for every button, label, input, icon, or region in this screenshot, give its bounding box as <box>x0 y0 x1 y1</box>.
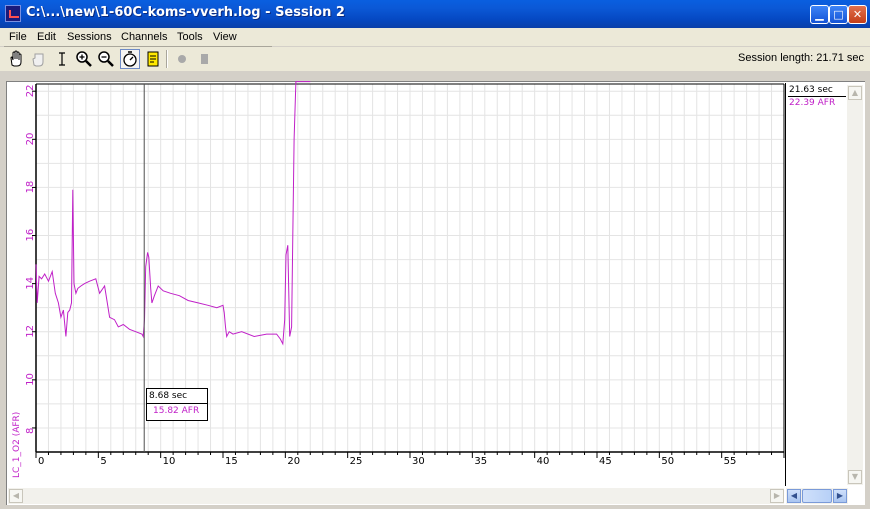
cursor-readout: 8.68 sec 15.82 AFR <box>146 388 208 421</box>
x-tick-label: 20 <box>287 456 300 467</box>
x-tick-label: 5 <box>100 456 106 467</box>
readout-panel: 21.63 sec 22.39 AFR <box>785 83 848 486</box>
scroll-up-button[interactable]: ▲ <box>848 86 862 100</box>
x-tick-label: 30 <box>412 456 425 467</box>
y-tick-label: 16 <box>25 229 36 242</box>
x-tick-label: 25 <box>350 456 363 467</box>
y-tick-label: 8 <box>25 428 36 434</box>
x-tick-label: 15 <box>225 456 238 467</box>
chart-plot[interactable]: 05101520253035404550551:0810121416182022… <box>0 0 870 509</box>
y-tick-label: 14 <box>25 277 36 290</box>
chart-ticks: 05101520253035404550551:0810121416182022 <box>25 84 802 467</box>
panel-scrollbar[interactable]: ◀ ▶ <box>786 488 848 504</box>
scroll-left-button[interactable]: ◀ <box>9 489 23 503</box>
y-tick-label: 18 <box>25 181 36 194</box>
horizontal-scrollbar[interactable]: ◀ ▶ <box>8 488 784 504</box>
vertical-scrollbar[interactable]: ▲ ▼ <box>847 85 863 485</box>
x-tick-label: 0 <box>38 456 44 467</box>
panel-time: 21.63 sec <box>789 85 833 95</box>
y-tick-label: 10 <box>25 373 36 386</box>
y-tick-label: 20 <box>25 133 36 146</box>
panel-value: 22.39 AFR <box>789 98 836 108</box>
x-tick-label: 40 <box>537 456 550 467</box>
x-tick-label: 55 <box>724 456 737 467</box>
cursor-time: 8.68 sec <box>149 391 188 401</box>
scroll-right-button[interactable]: ▶ <box>770 489 784 503</box>
panel-scroll-left-button[interactable]: ◀ <box>787 489 801 503</box>
cursor-value: 15.82 AFR <box>153 406 200 416</box>
y-tick-label: 12 <box>25 325 36 338</box>
x-tick-label: 50 <box>661 456 674 467</box>
x-tick-label: 45 <box>599 456 612 467</box>
y-tick-label: 22 <box>25 84 36 97</box>
panel-scroll-right-button[interactable]: ▶ <box>833 489 847 503</box>
panel-scroll-thumb[interactable] <box>802 489 832 503</box>
y-axis-label: LC_1_O2 (AFR) <box>12 412 22 478</box>
x-tick-label: 10 <box>163 456 176 467</box>
x-tick-label: 35 <box>474 456 487 467</box>
scroll-down-button[interactable]: ▼ <box>848 470 862 484</box>
